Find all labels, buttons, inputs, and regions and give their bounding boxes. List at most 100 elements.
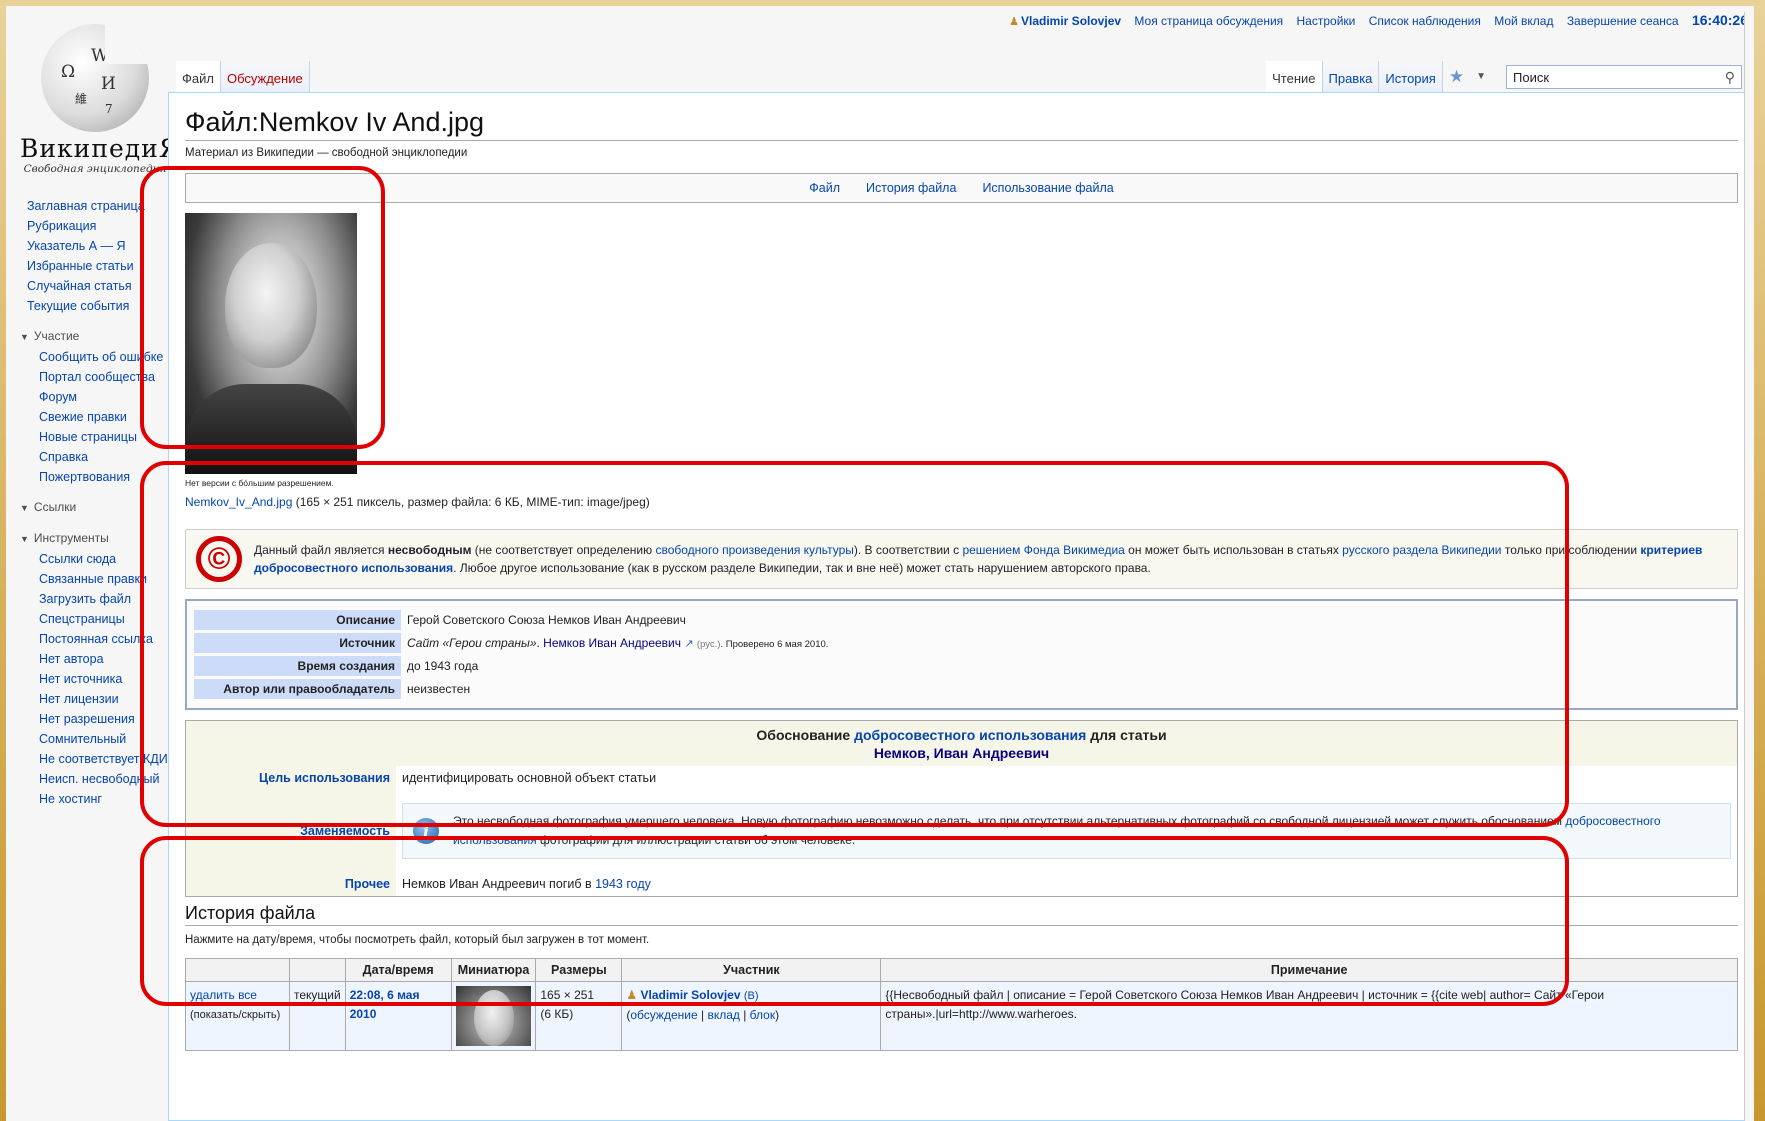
info-row-description: Описание Герой Советского Союза Немков И… <box>194 610 834 630</box>
sidebar-item-forum[interactable]: Форум <box>6 387 171 407</box>
sidebar-item-report-error[interactable]: Сообщить об ошибке <box>6 347 171 367</box>
user-contribs-link[interactable]: вклад <box>707 1008 739 1022</box>
free-cultural-works-link[interactable]: свободного произведения культуры <box>655 543 853 557</box>
user-icon: ♟ <box>1009 16 1019 28</box>
puzzle-globe-icon: Ω W И 維 7 <box>41 24 149 132</box>
version-datetime-link[interactable]: 22:08, 6 мая 2010 <box>350 988 420 1021</box>
more-dropdown-icon[interactable]: ▼ <box>1470 61 1496 93</box>
file-link[interactable]: Nemkov_Iv_And.jpg <box>185 495 292 509</box>
copyright-icon: © <box>196 536 242 582</box>
portal-participation: Сообщить об ошибке Портал сообщества Фор… <box>6 347 171 487</box>
tab-file[interactable]: Файл <box>176 61 221 93</box>
fair-use-purpose-row: Цель использования идентифицировать осно… <box>186 766 1737 790</box>
info-icon: i <box>413 818 439 844</box>
sidebar-item-doubtful[interactable]: Сомнительный <box>6 729 171 749</box>
username-link[interactable]: Vladimir Solovjev <box>1021 14 1121 28</box>
page-title: Файл:Nemkov Iv And.jpg <box>185 107 1738 141</box>
sidebar-item-main-page[interactable]: Заглавная страница <box>6 196 171 216</box>
sidebar-item-unused-nonfree[interactable]: Неисп. несвободный <box>6 769 171 789</box>
current-label: текущий <box>289 981 346 1051</box>
watch-star-icon[interactable]: ★ <box>1443 61 1470 93</box>
sidebar-item-featured[interactable]: Избранные статьи <box>6 256 171 276</box>
search-input[interactable]: Поиск ⚲ <box>1506 65 1742 89</box>
external-link-icon: ↗ <box>684 638 694 650</box>
no-higher-res-note: Нет версии с бо́льшим разрешением. <box>185 478 334 488</box>
tab-discussion[interactable]: Обсуждение <box>220 61 310 93</box>
uploader-link[interactable]: Vladimir Solovjev <box>640 988 740 1002</box>
search-icon[interactable]: ⚲ <box>1725 69 1735 86</box>
user-block-link[interactable]: блок <box>750 1008 775 1022</box>
fair-use-link[interactable]: добросовестного использования <box>854 727 1086 743</box>
portal-links-toggle[interactable]: ▼ Ссылки <box>6 497 171 518</box>
sidebar-item-categories[interactable]: Рубрикация <box>6 216 171 236</box>
sidebar-item-no-permission[interactable]: Нет разрешения <box>6 709 171 729</box>
info-row-author: Автор или правообладатель неизвестен <box>194 679 834 699</box>
watchlist-link[interactable]: Список наблюдения <box>1369 14 1481 28</box>
namespace-tabs: Файл Обсуждение <box>176 61 310 93</box>
user-talk-link[interactable]: обсуждение <box>630 1008 697 1022</box>
preferences-link[interactable]: Настройки <box>1297 14 1356 28</box>
sidebar-item-no-source[interactable]: Нет источника <box>6 669 171 689</box>
sidebar-item-recent-changes[interactable]: Свежие правки <box>6 407 171 427</box>
fair-use-other-row: Прочее Немков Иван Андреевич погиб в 194… <box>186 872 1737 896</box>
sidebar-item-upload[interactable]: Загрузить файл <box>6 589 171 609</box>
utc-clock: 16:40:26 <box>1691 12 1748 28</box>
wikipedia-logo[interactable]: Ω W И 維 7 ВикипедиЯ Свободная энциклопед… <box>20 24 179 175</box>
show-hide-link[interactable]: (показать/скрыть) <box>190 1009 280 1021</box>
sidebar-item-not-nfcc[interactable]: Не соответствует КДИ <box>6 749 171 769</box>
nonfree-notice: © Данный файл является несвободным (не с… <box>185 529 1738 589</box>
contributions-link[interactable]: Мой вклад <box>1494 14 1553 28</box>
source-link[interactable]: Немков Иван Андреевич <box>543 636 681 650</box>
toc-file-link[interactable]: Файл <box>809 181 840 195</box>
file-image[interactable] <box>185 213 357 474</box>
version-thumbnail[interactable] <box>455 986 531 1046</box>
sidebar-item-no-author[interactable]: Нет автора <box>6 649 171 669</box>
portal-participation-toggle[interactable]: ▼ Участие <box>6 326 171 347</box>
ru-wikipedia-link[interactable]: русского раздела Википедии <box>1342 543 1501 557</box>
content: Файл:Nemkov Iv And.jpg Материал из Викип… <box>168 92 1754 1121</box>
tab-history[interactable]: История <box>1379 61 1443 93</box>
article-link[interactable]: Немков, Иван Андреевич <box>874 745 1049 761</box>
replaceability-note: i Это несвободная фотография умершего че… <box>402 803 1731 859</box>
wmf-resolution-link[interactable]: решением Фонда Викимедиа <box>962 543 1124 557</box>
sidebar-item-random[interactable]: Случайная статья <box>6 276 171 296</box>
sidebar-item-not-hosting[interactable]: Не хостинг <box>6 789 171 809</box>
sidebar-item-related-changes[interactable]: Связанные правки <box>6 569 171 589</box>
site-subtitle: Материал из Википедии — свободной энцикл… <box>185 147 468 159</box>
toc-usage-link[interactable]: Использование файла <box>982 181 1113 195</box>
triangle-down-icon: ▼ <box>20 503 29 513</box>
tab-edit[interactable]: Правка <box>1322 61 1380 93</box>
fair-use-replaceability-row: Заменяемость i Это несвободная фотографи… <box>186 790 1737 872</box>
sidebar-item-no-license[interactable]: Нет лицензии <box>6 689 171 709</box>
year-1943-link[interactable]: 1943 году <box>595 877 651 891</box>
logout-link[interactable]: Завершение сеанса <box>1567 14 1679 28</box>
table-row: удалить все (показать/скрыть) текущий 22:… <box>185 981 1738 1051</box>
sidebar-item-permalink[interactable]: Постоянная ссылка <box>6 629 171 649</box>
triangle-down-icon: ▼ <box>20 534 29 544</box>
sidebar-navigation: Заглавная страница Рубрикация Указатель … <box>6 196 171 316</box>
sidebar-item-help[interactable]: Справка <box>6 447 171 467</box>
portal-tools-toggle[interactable]: ▼ Инструменты <box>6 528 171 549</box>
sidebar-item-index[interactable]: Указатель А — Я <box>6 236 171 256</box>
search-placeholder: Поиск <box>1513 69 1550 85</box>
sidebar-item-new-pages[interactable]: Новые страницы <box>6 427 171 447</box>
triangle-down-icon: ▼ <box>20 332 29 342</box>
page: ♟ Vladimir Solovjev Моя страница обсужден… <box>6 6 1754 1121</box>
sidebar-item-community-portal[interactable]: Портал сообщества <box>6 367 171 387</box>
scrollbar[interactable] <box>1744 12 1754 1121</box>
file-history-header-row: Дата/время Миниатюра Размеры Участник Пр… <box>185 958 1738 982</box>
file-history-heading: История файла <box>185 903 1738 926</box>
sidebar: Заглавная страница Рубрикация Указатель … <box>6 196 171 809</box>
sidebar-item-donate[interactable]: Пожертвования <box>6 467 171 487</box>
logo-tagline: Свободная энциклопедия <box>23 163 167 175</box>
toc-history-link[interactable]: История файла <box>866 181 956 195</box>
tab-read[interactable]: Чтение <box>1266 61 1323 93</box>
my-talk-link[interactable]: Моя страница обсуждения <box>1134 14 1283 28</box>
file-history-table: Дата/время Миниатюра Размеры Участник Пр… <box>185 958 1738 1051</box>
info-row-source: Источник Сайт «Герои страны». Немков Ива… <box>194 633 834 653</box>
sidebar-item-what-links-here[interactable]: Ссылки сюда <box>6 549 171 569</box>
sidebar-item-current-events[interactable]: Текущие события <box>6 296 171 316</box>
delete-all-link[interactable]: удалить все <box>190 988 257 1002</box>
info-row-date: Время создания до 1943 года <box>194 656 834 676</box>
sidebar-item-special-pages[interactable]: Спецстраницы <box>6 609 171 629</box>
